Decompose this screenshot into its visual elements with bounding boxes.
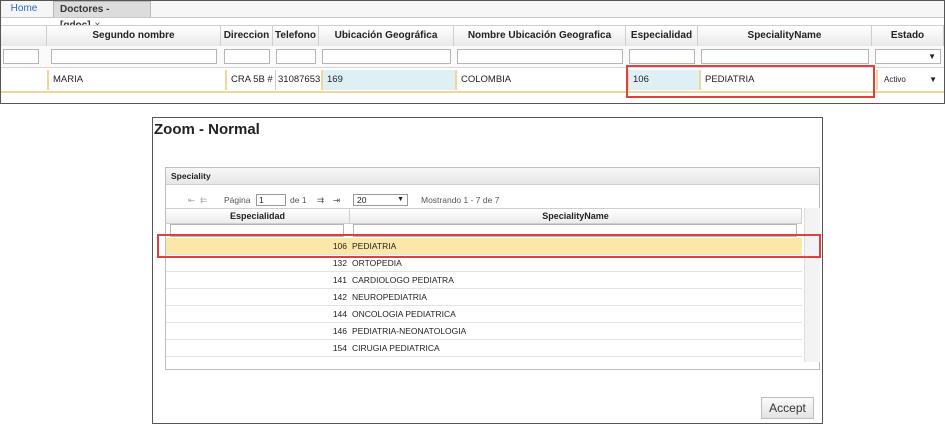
row-code: 132	[332, 258, 347, 268]
rows-per-page-value: 20	[357, 195, 367, 205]
column-header-segundo-nombre[interactable]: Segundo nombre	[47, 26, 221, 46]
column-header-especialidad[interactable]: Especialidad	[626, 26, 698, 46]
zoom-dialog: Zoom - Normal Speciality ⇤ ⇇ Página 1 de…	[152, 117, 823, 424]
column-header-speciality-name[interactable]: SpecialityName	[698, 26, 872, 46]
doctores-grid-panel: Home Doctores -[gdoc]× Segundo nombre Di…	[0, 0, 945, 104]
row-code: 144	[332, 309, 347, 319]
speciality-filter-row	[166, 224, 802, 237]
filter-input-especialidad[interactable]	[629, 49, 695, 64]
column-header-especialidad[interactable]: Especialidad	[166, 209, 350, 223]
table-row[interactable]: MARIA CRA 5B # 5 31087653 169 COLOMBIA 1…	[1, 68, 944, 92]
filter-input-telefono[interactable]	[276, 49, 316, 64]
filter-input-direccion[interactable]	[224, 49, 270, 64]
table-row[interactable]: 142 NEUROPEDIATRIA	[166, 289, 802, 306]
chevron-down-icon: ▼	[397, 196, 404, 203]
dialog-title: Zoom - Normal	[154, 121, 260, 138]
column-header-speciality-name[interactable]: SpecialityName	[350, 209, 802, 223]
row-name: PEDIATRIA-NEONATOLOGIA	[352, 326, 467, 336]
row-name: NEUROPEDIATRIA	[352, 292, 427, 302]
last-page-icon[interactable]: ⇥	[333, 194, 340, 207]
next-page-icon[interactable]: ⇉	[317, 194, 324, 207]
filter-input-speciality-name[interactable]	[701, 49, 869, 64]
table-row[interactable]: 154 CIRUGIA PEDIATRICA	[166, 340, 802, 357]
speciality-panel: Speciality ⇤ ⇇ Página 1 de 1 ⇉ ⇥ 20 ▼ Mo…	[165, 167, 820, 370]
column-header-telefono[interactable]: Telefono	[273, 26, 319, 46]
row-code: 142	[332, 292, 347, 302]
row-name: PEDIATRIA	[352, 241, 397, 251]
cell-direccion[interactable]: CRA 5B # 5	[225, 70, 275, 90]
rows-per-page-select[interactable]: 20 ▼	[353, 194, 408, 206]
cell-segundo-nombre[interactable]: MARIA	[47, 70, 221, 90]
table-row[interactable]: 132 ORTOPEDIA	[166, 255, 802, 272]
tab-bar: Home Doctores -[gdoc]×	[1, 1, 944, 31]
page-input[interactable]: 1	[256, 194, 286, 206]
row-code: 146	[332, 326, 347, 336]
tab-home[interactable]: Home	[1, 1, 47, 17]
chevron-down-icon: ▼	[928, 52, 936, 61]
cell-speciality-name: PEDIATRIA	[699, 70, 873, 90]
speciality-header-row: Especialidad SpecialityName	[166, 208, 802, 224]
cell-especialidad[interactable]: 106	[627, 70, 699, 90]
column-header-estado[interactable]: Estado	[872, 26, 944, 46]
prev-page-icon[interactable]: ⇇	[200, 194, 207, 207]
panel-caption: Speciality	[166, 168, 819, 185]
table-row[interactable]: 144 ONCOLOGIA PEDIATRICA	[166, 306, 802, 323]
page-of-label: de 1	[290, 195, 307, 205]
estado-value: Activo	[884, 75, 906, 84]
cell-telefono[interactable]: 31087653	[275, 70, 321, 90]
pager: ⇤ ⇇ Página 1 de 1 ⇉ ⇥ 20 ▼ Mostrando 1 -…	[166, 194, 819, 207]
speciality-list: 106 PEDIATRIA 132 ORTOPEDIA 141 CARDIOLO…	[166, 238, 802, 357]
column-header-hidden	[1, 26, 47, 46]
grid-header-row: Segundo nombre Direccion Telefono Ubicac…	[1, 25, 944, 47]
row-code: 141	[332, 275, 347, 285]
filter-input-nombre-ubicacion[interactable]	[457, 49, 623, 64]
column-header-ubicacion[interactable]: Ubicación Geográfica	[319, 26, 454, 46]
filter-input-segundo-nombre[interactable]	[51, 49, 217, 64]
page-label: Página	[224, 195, 251, 205]
tab-doctores[interactable]: Doctores -[gdoc]×	[53, 1, 151, 31]
filter-input-ubicacion[interactable]	[322, 49, 451, 64]
filter-input-speciality-name[interactable]	[353, 224, 797, 237]
filter-input-hidden[interactable]	[3, 49, 39, 64]
filter-input-especialidad[interactable]	[170, 224, 344, 237]
row-name: CIRUGIA PEDIATRICA	[352, 343, 440, 353]
row-name: ORTOPEDIA	[352, 258, 402, 268]
column-header-direccion[interactable]: Direccion	[221, 26, 273, 46]
filter-select-estado[interactable]: ▼	[875, 49, 941, 64]
cell-ubicacion[interactable]: 169	[321, 70, 455, 90]
column-header-nombre-ubicacion[interactable]: Nombre Ubicación Geografica	[454, 26, 626, 46]
first-page-icon[interactable]: ⇤	[188, 194, 195, 207]
grid-filter-row: ▼	[1, 46, 944, 68]
cell-estado-select[interactable]: Activo ▼	[876, 70, 943, 90]
scrollbar[interactable]	[804, 208, 820, 362]
row-code: 154	[332, 343, 347, 353]
cell-nombre-ubicacion: COLOMBIA	[455, 70, 627, 90]
row-code: 106	[332, 241, 347, 251]
row-name: ONCOLOGIA PEDIATRICA	[352, 309, 456, 319]
row-name: CARDIOLOGO PEDIATRA	[352, 275, 454, 285]
records-info: Mostrando 1 - 7 de 7	[421, 195, 500, 205]
row-divider	[1, 91, 944, 93]
accept-button[interactable]: Accept	[761, 397, 814, 419]
table-row-selected[interactable]: 106 PEDIATRIA	[166, 238, 802, 255]
table-row[interactable]: 141 CARDIOLOGO PEDIATRA	[166, 272, 802, 289]
chevron-down-icon: ▼	[929, 75, 937, 84]
table-row[interactable]: 146 PEDIATRIA-NEONATOLOGIA	[166, 323, 802, 340]
